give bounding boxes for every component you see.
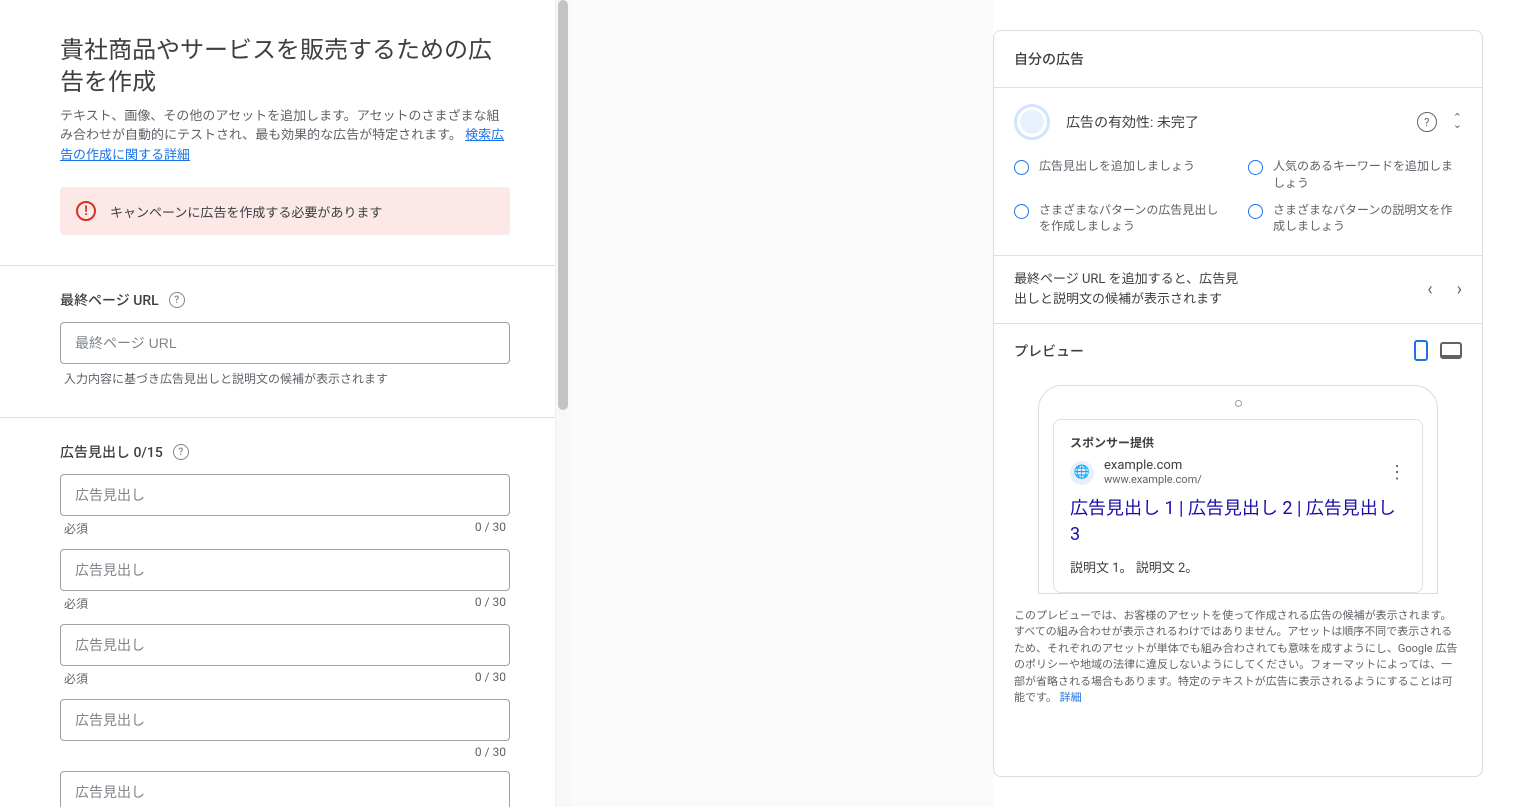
suggestion-item: さまざまなパターンの広告見出しを作成しましょう <box>1014 202 1228 236</box>
final-url-label: 最終ページ URL <box>60 290 159 310</box>
circle-icon <box>1014 160 1029 175</box>
help-icon[interactable]: ? <box>169 292 185 308</box>
help-icon[interactable]: ? <box>173 444 189 460</box>
suggestion-item: 人気のあるキーワードを追加しましょう <box>1248 158 1462 192</box>
help-icon[interactable]: ? <box>1417 112 1437 132</box>
final-url-hint: 入力内容に基づき広告見出しと説明文の候補が表示されます <box>60 370 510 387</box>
scrollbar[interactable] <box>555 0 570 807</box>
circle-icon <box>1248 160 1263 175</box>
preview-nav: ‹ › <box>1427 279 1462 300</box>
disclaimer-link[interactable]: 詳細 <box>1060 691 1082 704</box>
final-url-input[interactable] <box>60 322 510 364</box>
url-hint-text: 最終ページ URL を追加すると、広告見出しと説明文の候補が表示されます <box>1014 270 1244 309</box>
ad-description: 説明文 1。 説明文 2。 <box>1070 557 1406 576</box>
strength-meter-icon <box>1014 104 1050 140</box>
divider <box>0 265 570 266</box>
headline-group: 0 / 30 <box>60 699 510 759</box>
headlines-label-row: 広告見出し 0/15 ? <box>60 442 510 462</box>
alert-text: キャンペーンに広告を作成する必要があります <box>110 202 382 221</box>
circle-icon <box>1014 204 1029 219</box>
divider <box>0 417 570 418</box>
suggestion-item: さまざまなパターンの説明文を作成しましょう <box>1248 202 1462 236</box>
char-counter: 0 / 30 <box>475 520 506 537</box>
headline-group: 必須 0 / 30 <box>60 474 510 537</box>
right-pane: 自分の広告 広告の有効性: 未完了 ? ⌃⌄ 広告見出しを追加しましょう 人気の… <box>993 30 1483 777</box>
suggestion-text: 広告見出しを追加しましょう <box>1039 158 1195 175</box>
device-camera-icon <box>1235 400 1242 407</box>
page-subtitle: テキスト、画像、その他のアセットを追加します。アセットのさまざまな組み合わせが自… <box>60 107 510 166</box>
error-icon: ! <box>76 201 96 221</box>
left-pane: 貴社商品やサービスを販売するための広告を作成 テキスト、画像、その他のアセットを… <box>0 0 570 807</box>
headline-group: 必須 0 / 30 <box>60 624 510 687</box>
gap <box>570 0 993 807</box>
headlines-label: 広告見出し 0/15 <box>60 442 163 462</box>
preview-label: プレビュー <box>1014 341 1402 361</box>
suggestion-item: 広告見出しを追加しましょう <box>1014 158 1228 192</box>
char-counter: 0 / 30 <box>475 670 506 687</box>
preview-disclaimer: このプレビューでは、お客様のアセットを使って作成される広告の候補が表示されます。… <box>994 608 1482 721</box>
collapse-toggle[interactable]: ⌃⌄ <box>1453 115 1462 128</box>
page-title: 貴社商品やサービスを販売するための広告を作成 <box>60 34 510 99</box>
required-label: 必須 <box>64 670 88 687</box>
headline-input[interactable] <box>60 549 510 591</box>
suggestion-text: さまざまなパターンの広告見出しを作成しましょう <box>1039 202 1228 236</box>
circle-icon <box>1248 204 1263 219</box>
chevron-down-icon: ⌄ <box>1453 122 1462 129</box>
preview-row: プレビュー <box>994 323 1482 369</box>
site-url: www.example.com/ <box>1104 473 1202 486</box>
headline-group: 必須 0 / 30 <box>60 549 510 612</box>
globe-icon: 🌐 <box>1070 461 1094 485</box>
right-header: 自分の広告 <box>994 31 1482 88</box>
suggestion-text: 人気のあるキーワードを追加しましょう <box>1273 158 1462 192</box>
ad-preview-card: スポンサー提供 🌐 example.com www.example.com/ ⋮… <box>1053 419 1423 593</box>
final-url-label-row: 最終ページ URL ? <box>60 290 510 310</box>
headline-input[interactable] <box>60 474 510 516</box>
headline-input[interactable] <box>60 699 510 741</box>
headline-group: 0 / 30 <box>60 771 510 807</box>
desktop-preview-icon[interactable] <box>1440 342 1462 359</box>
more-menu-icon[interactable]: ⋮ <box>1388 469 1406 476</box>
url-hint-row: 最終ページ URL を追加すると、広告見出しと説明文の候補が表示されます ‹ › <box>994 255 1482 323</box>
mobile-preview-icon[interactable] <box>1414 340 1428 361</box>
strength-label: 広告の有効性: 未完了 <box>1066 112 1417 132</box>
alert-banner: ! キャンペーンに広告を作成する必要があります <box>60 187 510 235</box>
ad-headline: 広告見出し 1 | 広告見出し 2 | 広告見出し 3 <box>1070 496 1406 546</box>
site-row: 🌐 example.com www.example.com/ ⋮ <box>1070 459 1406 486</box>
suggestions-grid: 広告見出しを追加しましょう 人気のあるキーワードを追加しましょう さまざまなパタ… <box>994 150 1482 255</box>
suggestion-text: さまざまなパターンの説明文を作成しましょう <box>1273 202 1462 236</box>
chevron-right-icon[interactable]: › <box>1457 279 1462 300</box>
char-counter: 0 / 30 <box>475 745 506 759</box>
ad-strength-row: 広告の有効性: 未完了 ? ⌃⌄ <box>994 88 1482 150</box>
char-counter: 0 / 30 <box>475 595 506 612</box>
sponsor-label: スポンサー提供 <box>1070 434 1406 451</box>
site-name: example.com <box>1104 459 1202 473</box>
chevron-left-icon[interactable]: ‹ <box>1427 279 1432 300</box>
subtitle-text: テキスト、画像、その他のアセットを追加します。アセットのさまざまな組み合わせが自… <box>60 109 500 144</box>
headline-input[interactable] <box>60 771 510 807</box>
required-label: 必須 <box>64 520 88 537</box>
preview-device-frame: スポンサー提供 🌐 example.com www.example.com/ ⋮… <box>1038 385 1438 594</box>
headline-input[interactable] <box>60 624 510 666</box>
required-label: 必須 <box>64 595 88 612</box>
